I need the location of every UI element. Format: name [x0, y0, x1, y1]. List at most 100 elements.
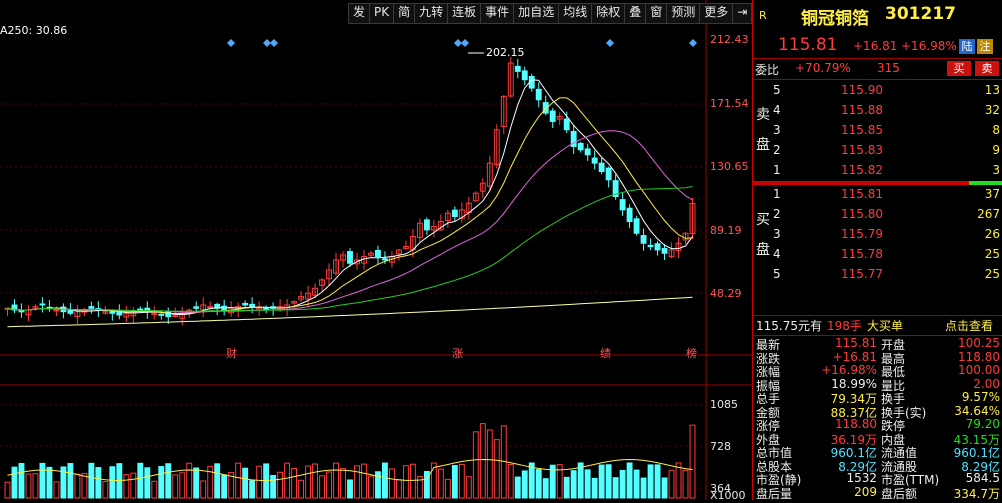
stat-label: 盘后量 [756, 486, 793, 501]
volume-bar [165, 463, 172, 499]
candle-body [514, 65, 521, 72]
ask-volume: 3 [992, 163, 1000, 177]
volume-bar [151, 480, 158, 499]
price-axis-tick: 48.29 [710, 287, 742, 300]
bid-row[interactable]: 2 115.80 267 [753, 205, 1002, 224]
candle-body [577, 142, 584, 151]
event-diamond-icon [270, 39, 278, 47]
volume-bar [46, 466, 53, 499]
toolbar-item[interactable]: 加自选 [514, 4, 560, 23]
stats-row: 盘后量 209 盘后额 334.7万 [753, 484, 1002, 501]
bid-row[interactable]: 5 115.77 25 [753, 265, 1002, 284]
toolbar-item[interactable]: 叠 [625, 4, 647, 23]
stat-value: 118.80 [835, 417, 877, 431]
toolbar-item[interactable]: PK [370, 4, 395, 23]
candle-body [633, 218, 640, 234]
stats-row: 涨停 118.80 跌停 79.20 [753, 417, 1002, 433]
toolbar-item[interactable]: 发 [349, 4, 371, 23]
toolbar-item[interactable]: 事件 [481, 4, 515, 23]
event-marker-cai[interactable]: 财 [226, 345, 237, 361]
volume-bar [682, 469, 689, 499]
volume-bar [535, 469, 542, 499]
stat-value: 209 [854, 484, 877, 499]
pct-change: +16.98% [901, 39, 957, 53]
toolbar-item[interactable]: 预测 [667, 4, 701, 23]
toolbar-item[interactable]: 九转 [415, 4, 449, 23]
tag-lu[interactable]: 陆 [959, 39, 975, 54]
play-bar-icon[interactable]: ⇥ [733, 4, 753, 23]
toolbar-item[interactable]: 除权 [592, 4, 626, 23]
stats-row: 总市值 960.1亿 流通值 960.1亿 [753, 444, 1002, 460]
candle-body [647, 244, 654, 248]
ask-volume: 32 [984, 103, 1000, 117]
bid-row[interactable]: 4 115.78 25 [753, 245, 1002, 264]
candle-body [605, 167, 612, 181]
candle-body [640, 235, 647, 244]
buy-button[interactable]: 买 [947, 61, 971, 76]
volume-bar [81, 472, 88, 499]
toolbar-item[interactable]: 更多 [700, 4, 734, 23]
volume-bar [88, 462, 95, 499]
stats-row: 金额 88.37亿 换手(实) 34.64% [753, 404, 1002, 420]
toolbar-item[interactable]: 均线 [559, 4, 593, 23]
weicha-value: 315 [877, 61, 900, 75]
volume-bar [291, 467, 298, 499]
price-axis-tick: 130.65 [710, 160, 749, 173]
toolbar-item[interactable]: 窗 [646, 4, 668, 23]
sell-button[interactable]: 卖 [975, 61, 999, 76]
bid-level: 5 [773, 267, 781, 281]
stat-value: +16.81 [832, 349, 877, 364]
candle-body [423, 219, 430, 231]
weibi-label: 委比 [755, 63, 780, 77]
candle-body [542, 102, 549, 114]
stock-name: 铜冠铜箔 [801, 9, 869, 29]
volume-bar [270, 474, 277, 499]
ma20-line [7, 130, 693, 313]
event-marker-zhang[interactable]: 涨 [452, 345, 463, 361]
stats-row: 最新 115.81 开盘 100.25 [753, 336, 1002, 352]
tag-zhu[interactable]: 注 [977, 39, 993, 54]
bid-volume: 26 [984, 227, 1000, 241]
volume-bar [388, 468, 395, 499]
stats-row: 外盘 36.19万 内盘 43.15万 [753, 431, 1002, 447]
ask-row[interactable]: 3 115.85 8 [753, 121, 1002, 140]
stat-value: 115.81 [835, 336, 877, 350]
ma5-line [7, 79, 693, 316]
candle-body [347, 251, 353, 264]
ask-price: 115.85 [841, 123, 883, 137]
volume-bar [172, 474, 179, 499]
candle-body [193, 306, 200, 309]
volume-bar [298, 479, 305, 499]
ask-row[interactable]: 2 115.83 9 [753, 141, 1002, 160]
kline-chart-area[interactable]: 发PK简九转连板事件加自选均线除权叠窗预测更多⇥▾ A250: 30.86 21… [0, 0, 768, 502]
candle-body [619, 199, 626, 211]
big-order-row[interactable]: 115.75元有 198手 大买单 点击查看 [753, 316, 1002, 334]
stat-value: +16.98% [821, 363, 877, 377]
bid-volume: 25 [984, 267, 1000, 281]
ask-row[interactable]: 1 115.82 3 [753, 161, 1002, 180]
stat-value: 79.20 [965, 417, 1000, 431]
volume-bar [95, 467, 102, 499]
ask-row[interactable]: 4 115.88 32 [753, 101, 1002, 120]
volume-bar [640, 477, 647, 499]
event-marker-bang[interactable]: 榜 [686, 345, 697, 361]
toolbar-item[interactable]: 简 [394, 4, 416, 23]
bid-volume: 25 [984, 247, 1000, 261]
bid-level: 1 [773, 187, 781, 201]
stat-value: 2.00 [973, 376, 1000, 391]
bid-price: 115.80 [841, 207, 883, 221]
event-marker-ji[interactable]: 绩 [600, 345, 611, 361]
bid-row[interactable]: 3 115.79 26 [753, 225, 1002, 244]
ask-row[interactable]: 5 115.90 13 [753, 81, 1002, 100]
bid-row[interactable]: 1 115.81 37 [753, 185, 1002, 204]
seal-link[interactable]: 点击查看 [945, 317, 993, 334]
toolbar-item[interactable]: 连板 [448, 4, 482, 23]
volume-bar [277, 471, 284, 499]
last-price: 115.81 [778, 35, 838, 55]
volume-bar [570, 470, 577, 499]
volume-bar [451, 465, 458, 499]
price-change: +16.81 [853, 39, 898, 53]
stat-value: 1532 [846, 471, 877, 485]
stat-value: 100.00 [958, 363, 1000, 377]
volume-bar [284, 462, 291, 499]
